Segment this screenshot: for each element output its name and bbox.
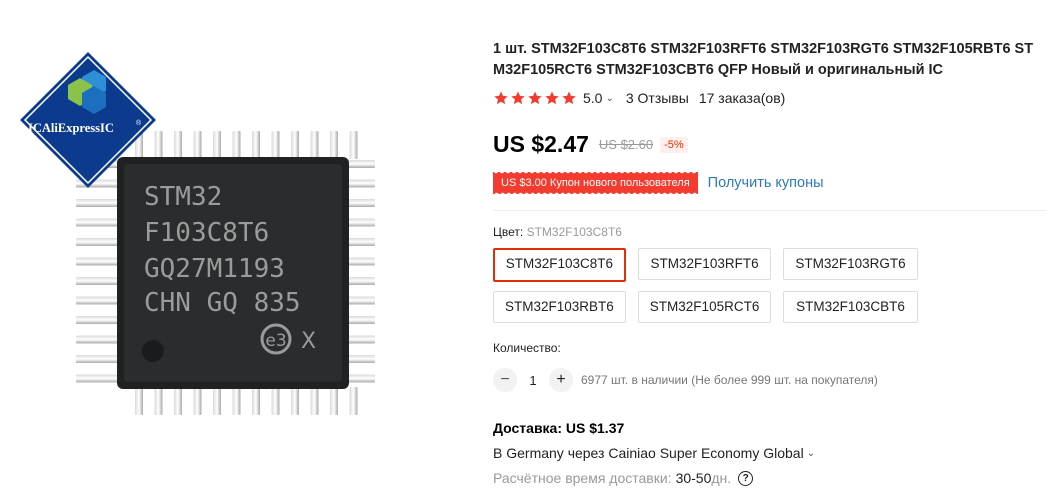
variant-option[interactable]: STM32F103CBT6 [783,291,918,323]
rating-row: 5.0 ⌄ 3 Отзывы 17 заказа(ов) [493,90,1053,106]
quantity-label: Количество: [493,341,561,355]
new-user-coupon[interactable]: US $3.00 Купон нового пользователя [493,171,698,194]
reviews-link[interactable]: 3 Отзывы [626,90,689,106]
product-details: 1 шт. STM32F103C8T6 STM32F103RFT6 STM32F… [493,39,1053,486]
star-icon [511,91,525,105]
chevron-down-icon: ⌄ [605,92,614,104]
star-icon [545,91,559,105]
chip-line-2: F103C8T6 [144,218,269,248]
quantity-input[interactable]: 1 [517,373,549,388]
variant-option[interactable]: STM32F105RCT6 [637,291,772,323]
product-image[interactable]: STM32 F103C8T6 GQ27M1193 CHN GQ 835 e3 X… [20,45,390,445]
shipping-method: В Germany через Cainiao Super Economy Gl… [493,445,804,461]
color-label-text: Цвет: [493,225,524,239]
svg-text:®: ® [136,119,142,127]
star-icon [562,91,576,105]
chip-line-1: STM32 [144,182,222,212]
pin1-marker [142,340,164,362]
divider [493,210,1046,211]
help-icon[interactable]: ? [738,470,754,486]
coupon-row: US $3.00 Купон нового пользователя Получ… [493,171,1053,194]
variant-option[interactable]: STM32F103RFT6 [637,248,772,280]
star-icon [528,91,542,105]
star-icon [494,91,508,105]
chip-line-4: CHN GQ 835 [144,288,301,318]
variant-option[interactable]: STM32F103RBT6 [493,291,626,323]
delivery-unit: дн. [711,470,732,486]
chip-line-3: GQ27M1193 [144,254,285,284]
rating-value: 5.0 [583,90,603,106]
svg-text:e3: e3 [265,331,286,351]
color-options: STM32F103C8T6 STM32F103RFT6 STM32F103RGT… [493,248,1053,323]
svg-text:ICAliExpressIC: ICAliExpressIC [28,121,114,135]
shipping-cost: Доставка: US $1.37 [493,420,625,436]
product-title: 1 шт. STM32F103C8T6 STM32F103RFT6 STM32F… [493,41,1034,78]
chevron-down-icon: ⌄ [806,447,816,459]
delivery-estimate: Расчётное время доставки: 30-50 дн. ? [493,470,1053,486]
get-coupons-link[interactable]: Получить купоны [708,175,824,191]
current-price: US $2.47 [493,131,589,157]
color-selected-value: STM32F103C8T6 [526,225,622,239]
delivery-label: Расчётное время доставки: [493,470,672,486]
color-label: Цвет: STM32F103C8T6 [493,225,1053,239]
orders-count: 17 заказа(ов) [698,90,786,106]
quantity-stepper: − 1 + 6977 шт. в наличии (Не более 999 ш… [493,368,1053,392]
old-price: US $2.60 [598,137,654,152]
chip-illustration: STM32 F103C8T6 GQ27M1193 CHN GQ 835 e3 X… [20,52,375,415]
delivery-days: 30-50 [675,470,712,486]
variant-option-selected[interactable]: STM32F103C8T6 [493,248,626,282]
svg-text:X: X [301,329,316,354]
stock-info: 6977 шт. в наличии (Не более 999 шт. на … [581,373,878,387]
price-row: US $2.47 US $2.60 -5% [493,131,1053,158]
discount-badge: -5% [660,136,688,153]
quantity-increase-button[interactable]: + [549,368,573,392]
quantity-decrease-button[interactable]: − [493,368,517,392]
rating-stars [493,90,577,106]
rating-value-dropdown[interactable]: 5.0 ⌄ [583,90,614,106]
shipping-method-dropdown[interactable]: В Germany через Cainiao Super Economy Gl… [493,445,1053,461]
variant-option[interactable]: STM32F103RGT6 [783,248,918,280]
